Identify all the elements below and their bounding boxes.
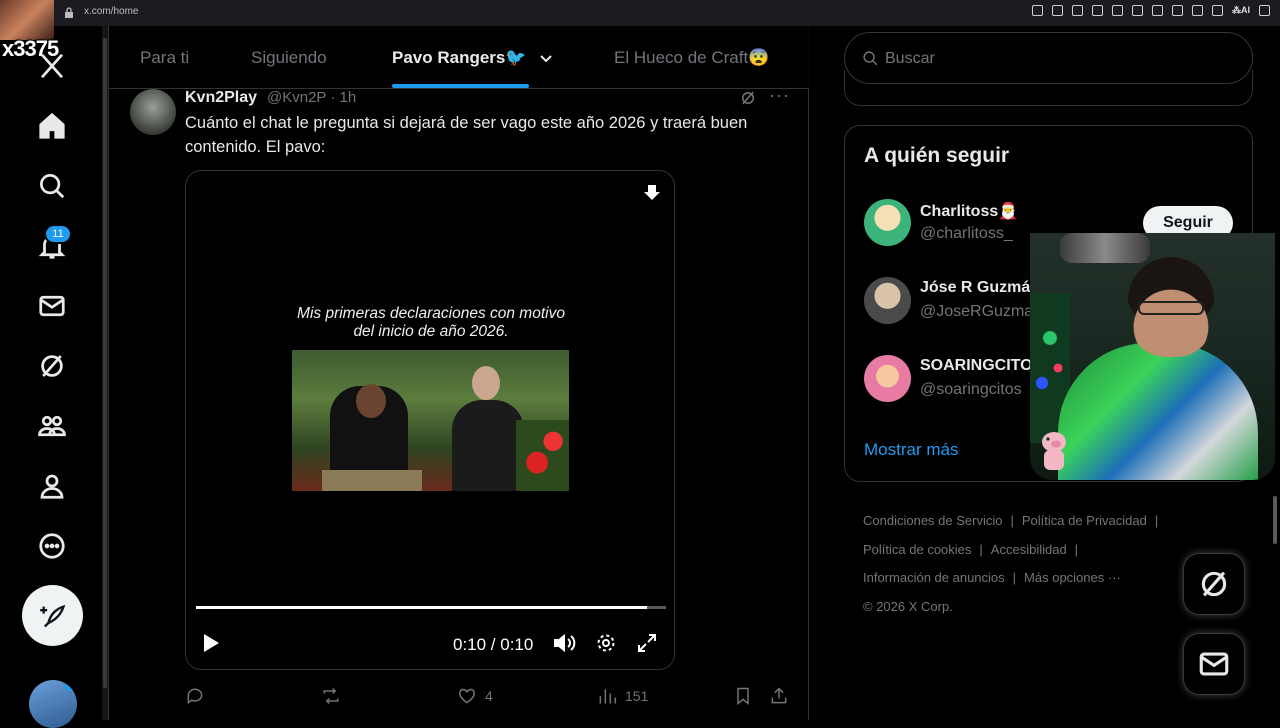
home-icon[interactable] — [36, 110, 68, 142]
play-icon[interactable] — [1112, 5, 1123, 16]
repost-icon — [323, 687, 339, 705]
heart-icon — [458, 688, 476, 704]
mail-icon[interactable] — [36, 290, 68, 322]
video-progress-fill — [196, 606, 648, 609]
tab-para-ti[interactable]: Para ti — [140, 48, 189, 68]
more-options-link[interactable]: Más opciones ··· — [1024, 570, 1121, 585]
view-count: 151 — [625, 688, 649, 704]
timeline-tabs: Para ti Siguiendo Pavo Rangers🐦 El Hueco… — [109, 26, 809, 89]
search-icon — [863, 51, 878, 66]
play-icon[interactable] — [202, 633, 220, 653]
tab-el-hueco-de-craft[interactable]: El Hueco de Craft😨 — [614, 48, 769, 68]
tweet-author-handle[interactable]: @Kvn2P · 1h — [267, 89, 356, 106]
like-button[interactable]: 4 — [457, 686, 493, 706]
notifications-badge: 11 — [44, 224, 72, 244]
profile-icon[interactable] — [36, 470, 68, 502]
accessibility-link[interactable]: Accesibilidad — [991, 542, 1067, 557]
messages-floating-button[interactable] — [1183, 633, 1245, 695]
search-icon[interactable] — [36, 170, 68, 202]
menu-icon[interactable] — [1259, 5, 1270, 16]
chevron-down-icon[interactable] — [539, 52, 553, 66]
pig-sticker-icon — [1042, 432, 1066, 470]
zoom-icon[interactable] — [1032, 5, 1043, 16]
address-bar[interactable]: x.com/home — [84, 6, 138, 17]
bookmark-icon — [737, 687, 749, 706]
tab-siguiendo[interactable]: Siguiendo — [251, 48, 327, 68]
video-frame — [292, 350, 569, 491]
volume-icon[interactable] — [553, 633, 577, 653]
right-scrollbar[interactable] — [1270, 26, 1280, 720]
video-player[interactable]: Mis primeras declaraciones con motivo de… — [185, 170, 675, 670]
settings-gear-icon[interactable] — [596, 633, 616, 653]
grok-floating-button[interactable] — [1183, 553, 1245, 615]
fullscreen-icon[interactable] — [638, 634, 656, 652]
previous-card-edge — [844, 70, 1253, 106]
bookmark-button[interactable] — [733, 686, 753, 706]
repost-button[interactable] — [321, 686, 341, 706]
share-button[interactable] — [769, 686, 789, 706]
ai-icon[interactable]: ⁂AI — [1232, 5, 1250, 16]
video-caption: Mis primeras declaraciones con motivo de… — [297, 305, 565, 340]
footer-links: Condiciones de Servicio | Política de Priv… — [863, 513, 1159, 614]
left-navigation: 11 — [0, 26, 104, 728]
video-progress-bar[interactable] — [196, 606, 666, 609]
extension-icons: ⁂AI — [1032, 5, 1270, 16]
active-tab-indicator — [392, 84, 529, 88]
grok-icon — [1201, 571, 1227, 597]
video-time: 0:10 / 0:10 — [453, 635, 534, 654]
tweet-actions: 4 151 — [185, 686, 795, 710]
views-icon — [599, 689, 617, 704]
suggestion-handle: @charlitoss_ — [920, 225, 1013, 242]
download-icon[interactable] — [1212, 5, 1223, 16]
tweet-author-avatar[interactable] — [130, 89, 176, 135]
puzzle-icon[interactable] — [1152, 5, 1163, 16]
x-logo-icon[interactable] — [36, 50, 68, 82]
pin-icon[interactable] — [1052, 5, 1063, 16]
reply-icon — [187, 688, 203, 705]
mail-icon — [1199, 652, 1229, 676]
show-more-link[interactable]: Mostrar más — [864, 440, 958, 460]
who-to-follow-title: A quién seguir — [864, 144, 1010, 167]
grok-icon[interactable] — [36, 350, 68, 382]
reply-button[interactable] — [185, 686, 205, 706]
avatar[interactable] — [864, 277, 911, 324]
download-icon[interactable] — [642, 183, 662, 203]
like-count: 4 — [485, 688, 493, 704]
tab-pavo-rangers[interactable]: Pavo Rangers🐦 — [392, 48, 553, 68]
views-button[interactable]: 151 — [597, 686, 648, 706]
tab-label: Pavo Rangers🐦 — [392, 48, 527, 67]
user-icon[interactable] — [1192, 5, 1203, 16]
account-avatar[interactable] — [29, 680, 77, 728]
suggestion-name[interactable]: Jóse R Guzmán — [920, 279, 1040, 297]
share-icon[interactable] — [1172, 5, 1183, 16]
suggestion-name[interactable]: Charlitoss🎅 — [920, 201, 1018, 221]
suggestion-handle: @soaringcitos — [920, 381, 1022, 398]
bookmark-icon[interactable] — [1072, 5, 1083, 16]
tweet-author-name[interactable]: Kvn2Play — [185, 89, 257, 107]
privacy-link[interactable]: Política de Privacidad — [1022, 513, 1147, 528]
browser-toolbar: x.com/home ⁂AI — [0, 0, 1280, 26]
more-options-icon[interactable]: ··· — [769, 85, 790, 106]
communities-icon[interactable] — [36, 410, 68, 442]
lock-icon — [65, 7, 73, 18]
ads-info-link[interactable]: Información de anuncios — [863, 570, 1005, 585]
grok-icon[interactable] — [739, 89, 757, 107]
timeline: Para ti Siguiendo Pavo Rangers🐦 El Hueco… — [108, 26, 809, 720]
tweet-text: Cuánto el chat le pregunta si dejará de … — [185, 114, 748, 156]
suggestion-name[interactable]: SOARINGCITOS — [920, 357, 1043, 375]
feather-plus-icon — [39, 604, 65, 627]
avatar[interactable] — [864, 199, 911, 246]
post-button[interactable] — [22, 585, 83, 646]
terms-link[interactable]: Condiciones de Servicio — [863, 513, 1002, 528]
suggestion-handle: @JoseRGuzman — [920, 303, 1043, 320]
copyright: © 2026 X Corp. — [863, 598, 953, 614]
avatar[interactable] — [864, 355, 911, 402]
share-icon — [771, 687, 787, 704]
search-input[interactable] — [885, 47, 1225, 71]
shield-icon[interactable] — [1092, 5, 1103, 16]
cookies-link[interactable]: Política de cookies — [863, 542, 971, 557]
heart-icon[interactable] — [1132, 5, 1143, 16]
more-icon[interactable] — [36, 530, 68, 562]
